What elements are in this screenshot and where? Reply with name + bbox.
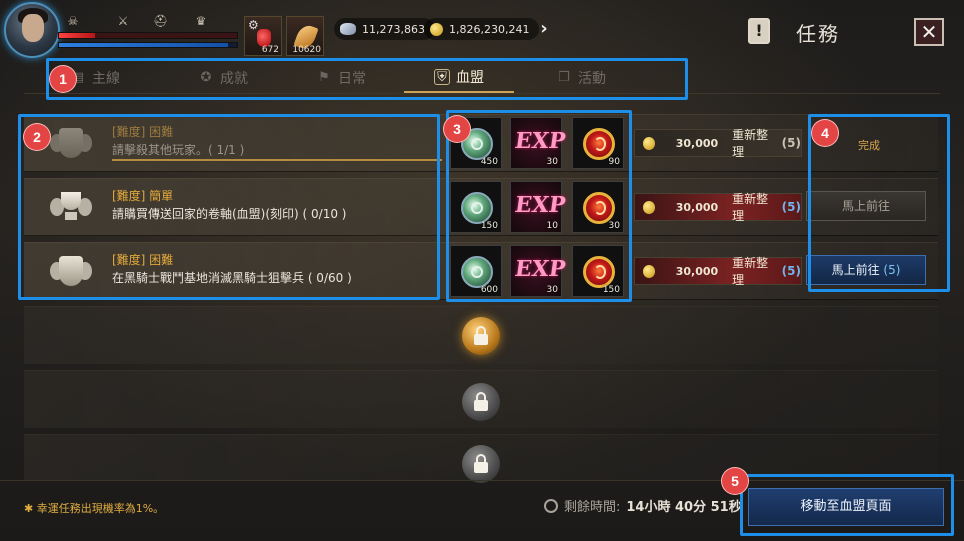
gold-amount: 1,826,230,241 (449, 22, 530, 36)
locked-quest-slot (24, 306, 938, 364)
refresh-cost: 30,000 (675, 200, 719, 214)
refresh-count: (5) (781, 136, 801, 150)
gem-currency: 11,273,863 (334, 18, 435, 40)
mp-bar (58, 42, 238, 48)
lock-icon (462, 383, 500, 421)
refresh-button[interactable]: 30,000 重新整理 (5) (634, 128, 802, 159)
sword-status-icon: ⚔ (117, 14, 129, 28)
refresh-label: 重新整理 (732, 192, 769, 223)
refresh-cost: 30,000 (675, 136, 719, 150)
locked-quest-slot (24, 370, 938, 428)
refresh-cost: 30,000 (675, 264, 719, 278)
annotation-box-quests (18, 114, 440, 300)
annotation-box-rewards (446, 110, 632, 302)
gold-coin-icon (643, 200, 656, 214)
gold-coin-icon (430, 22, 443, 36)
annotation-box-guild-button (740, 474, 954, 536)
trophy-status-icon: ♛ (195, 14, 207, 28)
timer-value: 14小時 40分 51秒 (626, 500, 742, 515)
player-avatar[interactable] (4, 2, 60, 58)
annotation-badge: 1 (50, 66, 76, 92)
quest-scroll-icon: ! (748, 18, 770, 44)
feather-slot[interactable]: 10620 (286, 16, 324, 56)
gold-coin-icon (643, 264, 656, 278)
stopwatch-icon (544, 498, 558, 513)
gem-icon (340, 23, 356, 35)
potion-slot[interactable]: ⚙ 672 (244, 16, 282, 56)
annotation-badge: 2 (24, 124, 50, 150)
lock-icon[interactable] (462, 317, 500, 355)
window-title: 任務 (796, 22, 840, 46)
close-button[interactable]: ✕ (914, 18, 944, 46)
chevron-right-icon[interactable]: › (530, 16, 558, 42)
refresh-button[interactable]: 30,000 重新整理 (5) (634, 256, 802, 287)
refresh-count: (5) (781, 200, 801, 214)
gold-currency: 1,826,230,241 (424, 18, 540, 40)
annotation-badge: 5 (722, 468, 748, 494)
lucky-quest-note: ✱ 幸運任務出現機率為1%。 (24, 502, 165, 515)
helmet-status-icon: ⛑ (153, 14, 169, 28)
potion-count: 672 (261, 45, 279, 55)
hp-bar (58, 32, 238, 39)
top-bar: ☠ ⚔ ⛑ ♛ ⚙ 672 10620 11,273,863 1,826,230… (0, 0, 964, 60)
annotation-badge: 3 (444, 116, 470, 142)
timer-label: 剩餘時間: (564, 500, 621, 515)
refresh-count: (5) (781, 264, 801, 278)
gold-coin-icon (643, 136, 656, 150)
refresh-label: 重新整理 (732, 256, 769, 287)
lock-icon (462, 445, 500, 483)
gem-amount: 11,273,863 (362, 22, 425, 36)
feather-count: 10620 (292, 45, 321, 55)
skull-status-icon: ☠ (67, 14, 79, 28)
refresh-button[interactable]: 30,000 重新整理 (5) (634, 192, 802, 223)
remaining-time: 剩餘時間: 14小時 40分 51秒 (544, 496, 742, 515)
refresh-label: 重新整理 (732, 128, 769, 159)
annotation-box-tabs (46, 58, 688, 100)
annotation-badge: 4 (812, 120, 838, 146)
